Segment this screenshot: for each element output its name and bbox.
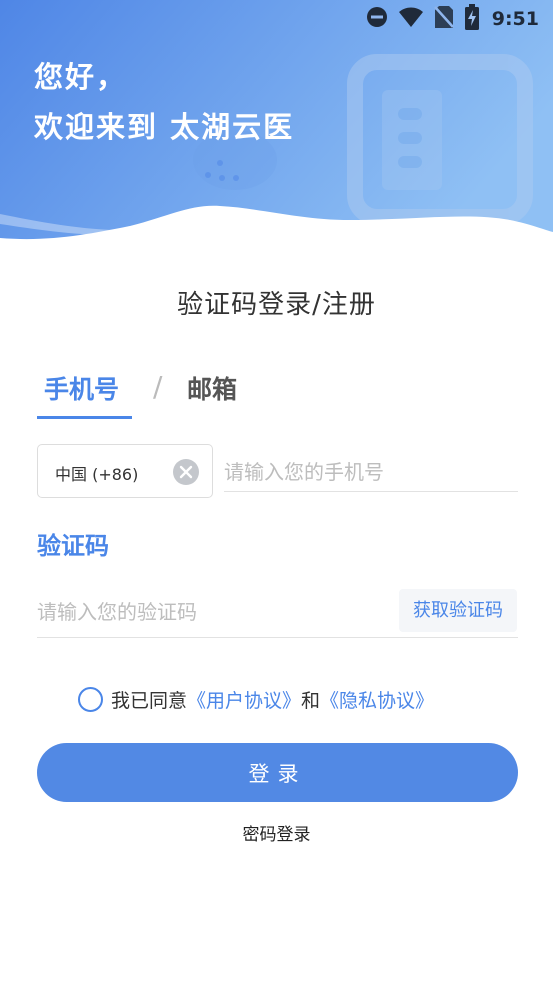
password-login-link[interactable]: 密码登录 bbox=[0, 820, 553, 845]
wifi-icon bbox=[398, 6, 424, 32]
status-bar: 9:51 bbox=[0, 0, 553, 40]
active-tab-indicator bbox=[37, 416, 132, 419]
login-button[interactable]: 登录 bbox=[37, 743, 518, 802]
clear-icon[interactable] bbox=[172, 458, 200, 486]
greeting-line1: 您好， bbox=[34, 60, 128, 94]
privacy-policy-link[interactable]: 《隐私协议》 bbox=[320, 686, 434, 713]
agreement-radio[interactable] bbox=[78, 686, 103, 712]
code-title: 验证码 bbox=[37, 532, 109, 560]
country-code-label: 中国 (+86) bbox=[55, 465, 139, 484]
code-input[interactable] bbox=[37, 590, 397, 634]
agreement-row: 我已同意 《用户协议》 和 《隐私协议》 bbox=[78, 684, 434, 714]
phone-input[interactable] bbox=[224, 452, 518, 492]
code-input-underline bbox=[37, 637, 518, 638]
no-sim-icon bbox=[433, 5, 454, 33]
battery-charging-icon bbox=[464, 4, 480, 34]
page-title: 验证码登录/注册 bbox=[177, 290, 376, 320]
get-code-button[interactable]: 获取验证码 bbox=[399, 589, 517, 632]
greeting-line2: 欢迎来到 太湖云医 bbox=[34, 110, 295, 144]
status-time: 9:51 bbox=[491, 8, 539, 30]
tab-phone[interactable]: 手机号 bbox=[44, 370, 119, 406]
country-code-selector[interactable]: 中国 (+86) bbox=[37, 444, 213, 498]
tab-divider: / bbox=[153, 370, 163, 403]
user-agreement-link[interactable]: 《用户协议》 bbox=[187, 686, 301, 713]
agreement-prefix: 我已同意 bbox=[111, 689, 188, 712]
do-not-disturb-icon bbox=[366, 6, 388, 32]
tab-email[interactable]: 邮箱 bbox=[187, 370, 237, 406]
greeting: 您好， 欢迎来到 太湖云医 bbox=[34, 52, 294, 152]
agreement-and: 和 bbox=[301, 689, 321, 712]
